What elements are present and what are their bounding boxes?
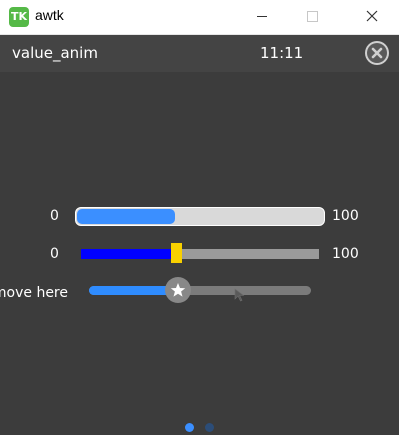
page-title: value_anim: [12, 44, 98, 62]
mouse-cursor-icon: [234, 288, 245, 302]
slider2-min-label: 0: [50, 246, 59, 262]
app-logo-icon: TK: [9, 7, 29, 27]
app-header: value_anim 11:11: [0, 35, 399, 72]
close-icon: [366, 10, 378, 22]
slider2-fill: [81, 249, 176, 259]
slider1-fill: [77, 209, 175, 224]
window-title: awtk: [35, 7, 64, 23]
window-close-button[interactable]: [350, 0, 396, 34]
app-area: value_anim 11:11 0 100 0 100 move here:: [0, 35, 399, 435]
minimize-button[interactable]: [239, 0, 285, 34]
close-circle-icon: [367, 43, 387, 63]
move-here-label: move here:: [0, 285, 68, 301]
page-indicator-dot-1[interactable]: [185, 423, 194, 432]
clock-label: 11:11: [260, 44, 304, 62]
slider3-thumb[interactable]: [165, 277, 191, 303]
slider1-min-label: 0: [50, 208, 59, 224]
window-title-bar: TK awtk: [0, 0, 399, 35]
slider2-max-label: 100: [332, 246, 359, 262]
maximize-button[interactable]: [289, 0, 335, 34]
star-icon: [170, 283, 186, 297]
slider1-max-label: 100: [332, 208, 359, 224]
page-indicator-dot-2[interactable]: [205, 423, 214, 432]
slider2-thumb[interactable]: [171, 243, 182, 263]
close-circle-button[interactable]: [365, 41, 389, 65]
